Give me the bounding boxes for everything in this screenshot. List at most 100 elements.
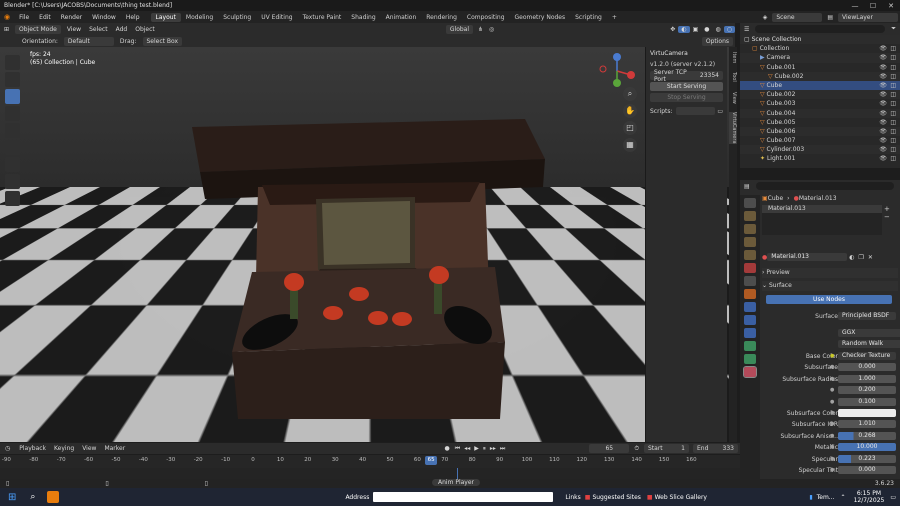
subsurface-color-swatch[interactable] [838,409,896,417]
render-camera-icon[interactable]: ◫ [890,90,896,99]
prev-key-icon[interactable]: ◂◂ [462,445,472,452]
outliner-search-field[interactable] [755,25,886,33]
socket-icon[interactable]: ● [830,455,834,464]
outliner-editor-icon[interactable]: ☰ [744,26,749,33]
camera-view-icon[interactable]: ◰ [623,121,637,135]
visibility-eye-icon[interactable]: 👁 [879,44,887,53]
scale-tool-icon[interactable] [5,123,20,138]
visibility-eye-icon[interactable]: 👁 [879,81,887,90]
outliner-row[interactable]: ▽ Cube.001 👁 ◫ [740,63,900,72]
property-value-field[interactable]: 0.268 [838,431,896,440]
render-camera-icon[interactable]: ◫ [890,53,896,62]
cursor-tool-icon[interactable] [5,72,20,87]
timeline-menu-playback[interactable]: Playback [15,445,50,452]
play-icon[interactable]: ▶ [472,445,481,452]
property-value-field[interactable]: 0.100 [838,397,896,406]
timeline-menu-keying[interactable]: Keying [50,445,78,452]
taskbar-search-icon[interactable]: ⌕ [24,492,41,502]
mode-selector[interactable]: Object Mode [15,24,61,34]
viewport-menu-add[interactable]: Add [112,26,132,33]
pause-icon[interactable]: ⏸ [481,445,488,453]
transform-tool-icon[interactable] [5,140,20,155]
suggested-sites-link[interactable]: Suggested Sites [590,494,646,501]
timeline-playhead[interactable]: 65 [425,456,438,465]
tray-chevron-icon[interactable]: ⌃ [839,494,848,501]
socket-icon[interactable]: ● [830,375,834,384]
render-camera-icon[interactable]: ◫ [890,44,896,53]
particles-tab-icon[interactable] [744,315,756,325]
outliner-row[interactable]: ▽ Cube.005 👁 ◫ [740,118,900,127]
scene-collection-row[interactable]: ▢ Scene Collection [740,35,900,45]
outliner-row[interactable]: ▽ Cube.002 👁 ◫ [740,90,900,100]
outliner-row[interactable]: ▽ Cylinder.003 👁 ◫ [740,145,900,155]
select-tool-icon[interactable] [5,55,20,70]
render-camera-icon[interactable]: ◫ [890,127,896,136]
render-camera-icon[interactable]: ◫ [890,81,896,90]
viewport-menu-select[interactable]: Select [85,26,112,33]
base-color-link-field[interactable]: Checker Texture [838,352,896,360]
render-camera-icon[interactable]: ◫ [890,145,896,154]
render-camera-icon[interactable]: ◫ [890,136,896,145]
outliner-row[interactable]: ▽ Cube.003 👁 ◫ [740,99,900,108]
visibility-eye-icon[interactable]: 👁 [879,145,887,154]
render-tab-icon[interactable] [744,211,756,221]
blender-taskbar-icon[interactable] [47,491,60,503]
property-value-field[interactable]: 0.000 [838,363,896,372]
use-preview-range-icon[interactable]: ⏱ [631,445,642,453]
remove-slot-icon[interactable]: − [884,213,890,221]
surface-panel[interactable]: ⌄ Surface [762,281,898,291]
add-slot-icon[interactable]: + [884,205,890,213]
fake-user-icon[interactable]: ◐ [847,254,856,261]
perspective-toggle-icon[interactable]: ▦ [623,138,637,152]
visibility-eye-icon[interactable]: 👁 [879,53,887,62]
zoom-icon[interactable]: ⌕ [623,87,637,101]
visibility-eye-icon[interactable]: 👁 [879,136,887,145]
timeline-editor-icon[interactable]: ◷ [0,445,15,452]
viewport-menu-view[interactable]: View [63,26,85,33]
outliner-row[interactable]: ▶ Camera 👁 ◫ [740,53,900,63]
output-tab-icon[interactable] [744,224,756,234]
outliner-row[interactable]: ▽ Cube.004 👁 ◫ [740,108,900,118]
modifier-tab-icon[interactable] [744,302,756,312]
scene-tab-icon[interactable] [744,250,756,260]
filter-icon[interactable]: ⏷ [891,25,900,33]
material-slot[interactable]: Material.013 [762,205,882,213]
proportional-icon[interactable]: ◎ [486,26,497,33]
maximize-button[interactable]: ☐ [864,2,882,10]
socket-icon[interactable]: ● [830,352,834,361]
address-bar[interactable] [373,492,554,502]
workspace-tab-geometry-nodes[interactable]: Geometry Nodes [510,13,571,22]
tab-item[interactable]: Item [729,52,737,63]
menu-render[interactable]: Render [56,14,87,21]
object-tab-icon[interactable] [744,289,756,299]
property-value-field[interactable]: 0.000 [838,466,896,474]
snap-icon[interactable]: ⋔ [475,26,486,33]
workspace-tab-layout[interactable]: Layout [150,12,181,22]
end-frame-field[interactable]: End 333 [693,444,738,453]
start-frame-field[interactable]: Start 1 [644,444,689,453]
menu-help[interactable]: Help [121,14,145,21]
stop-serving-button[interactable]: Stop Serving [650,93,723,102]
socket-icon[interactable]: ● [830,386,834,395]
menu-file[interactable]: File [14,14,34,21]
visibility-eye-icon[interactable]: 👁 [879,127,887,136]
visibility-eye-icon[interactable]: 👁 [879,90,887,99]
editor-type-icon[interactable]: ⊞ [0,26,13,33]
measure-tool-icon[interactable] [5,174,20,189]
property-value-field[interactable]: 0.223 [838,454,896,463]
material-name-field[interactable]: Material.013 [767,253,848,261]
navigation-gizmo[interactable] [596,51,638,91]
socket-icon[interactable]: ● [830,466,834,475]
socket-icon[interactable]: ● [830,432,834,441]
workspace-tab-uv-editing[interactable]: UV Editing [256,13,297,22]
property-value-field[interactable]: 0.200 [838,386,896,395]
material-tab-icon[interactable] [743,366,757,378]
subsurface-method-dropdown[interactable]: Random Walk [838,340,900,348]
unlink-icon[interactable]: ✕ [866,254,875,261]
workspace-tab-add[interactable]: + [607,13,622,22]
workspace-tab-sculpting[interactable]: Sculpting [218,13,256,22]
pan-icon[interactable]: ✋ [623,104,637,118]
render-camera-icon[interactable]: ◫ [890,154,896,163]
outliner-row[interactable]: ✦ Light.001 👁 ◫ [740,154,900,163]
render-camera-icon[interactable]: ◫ [890,72,896,81]
